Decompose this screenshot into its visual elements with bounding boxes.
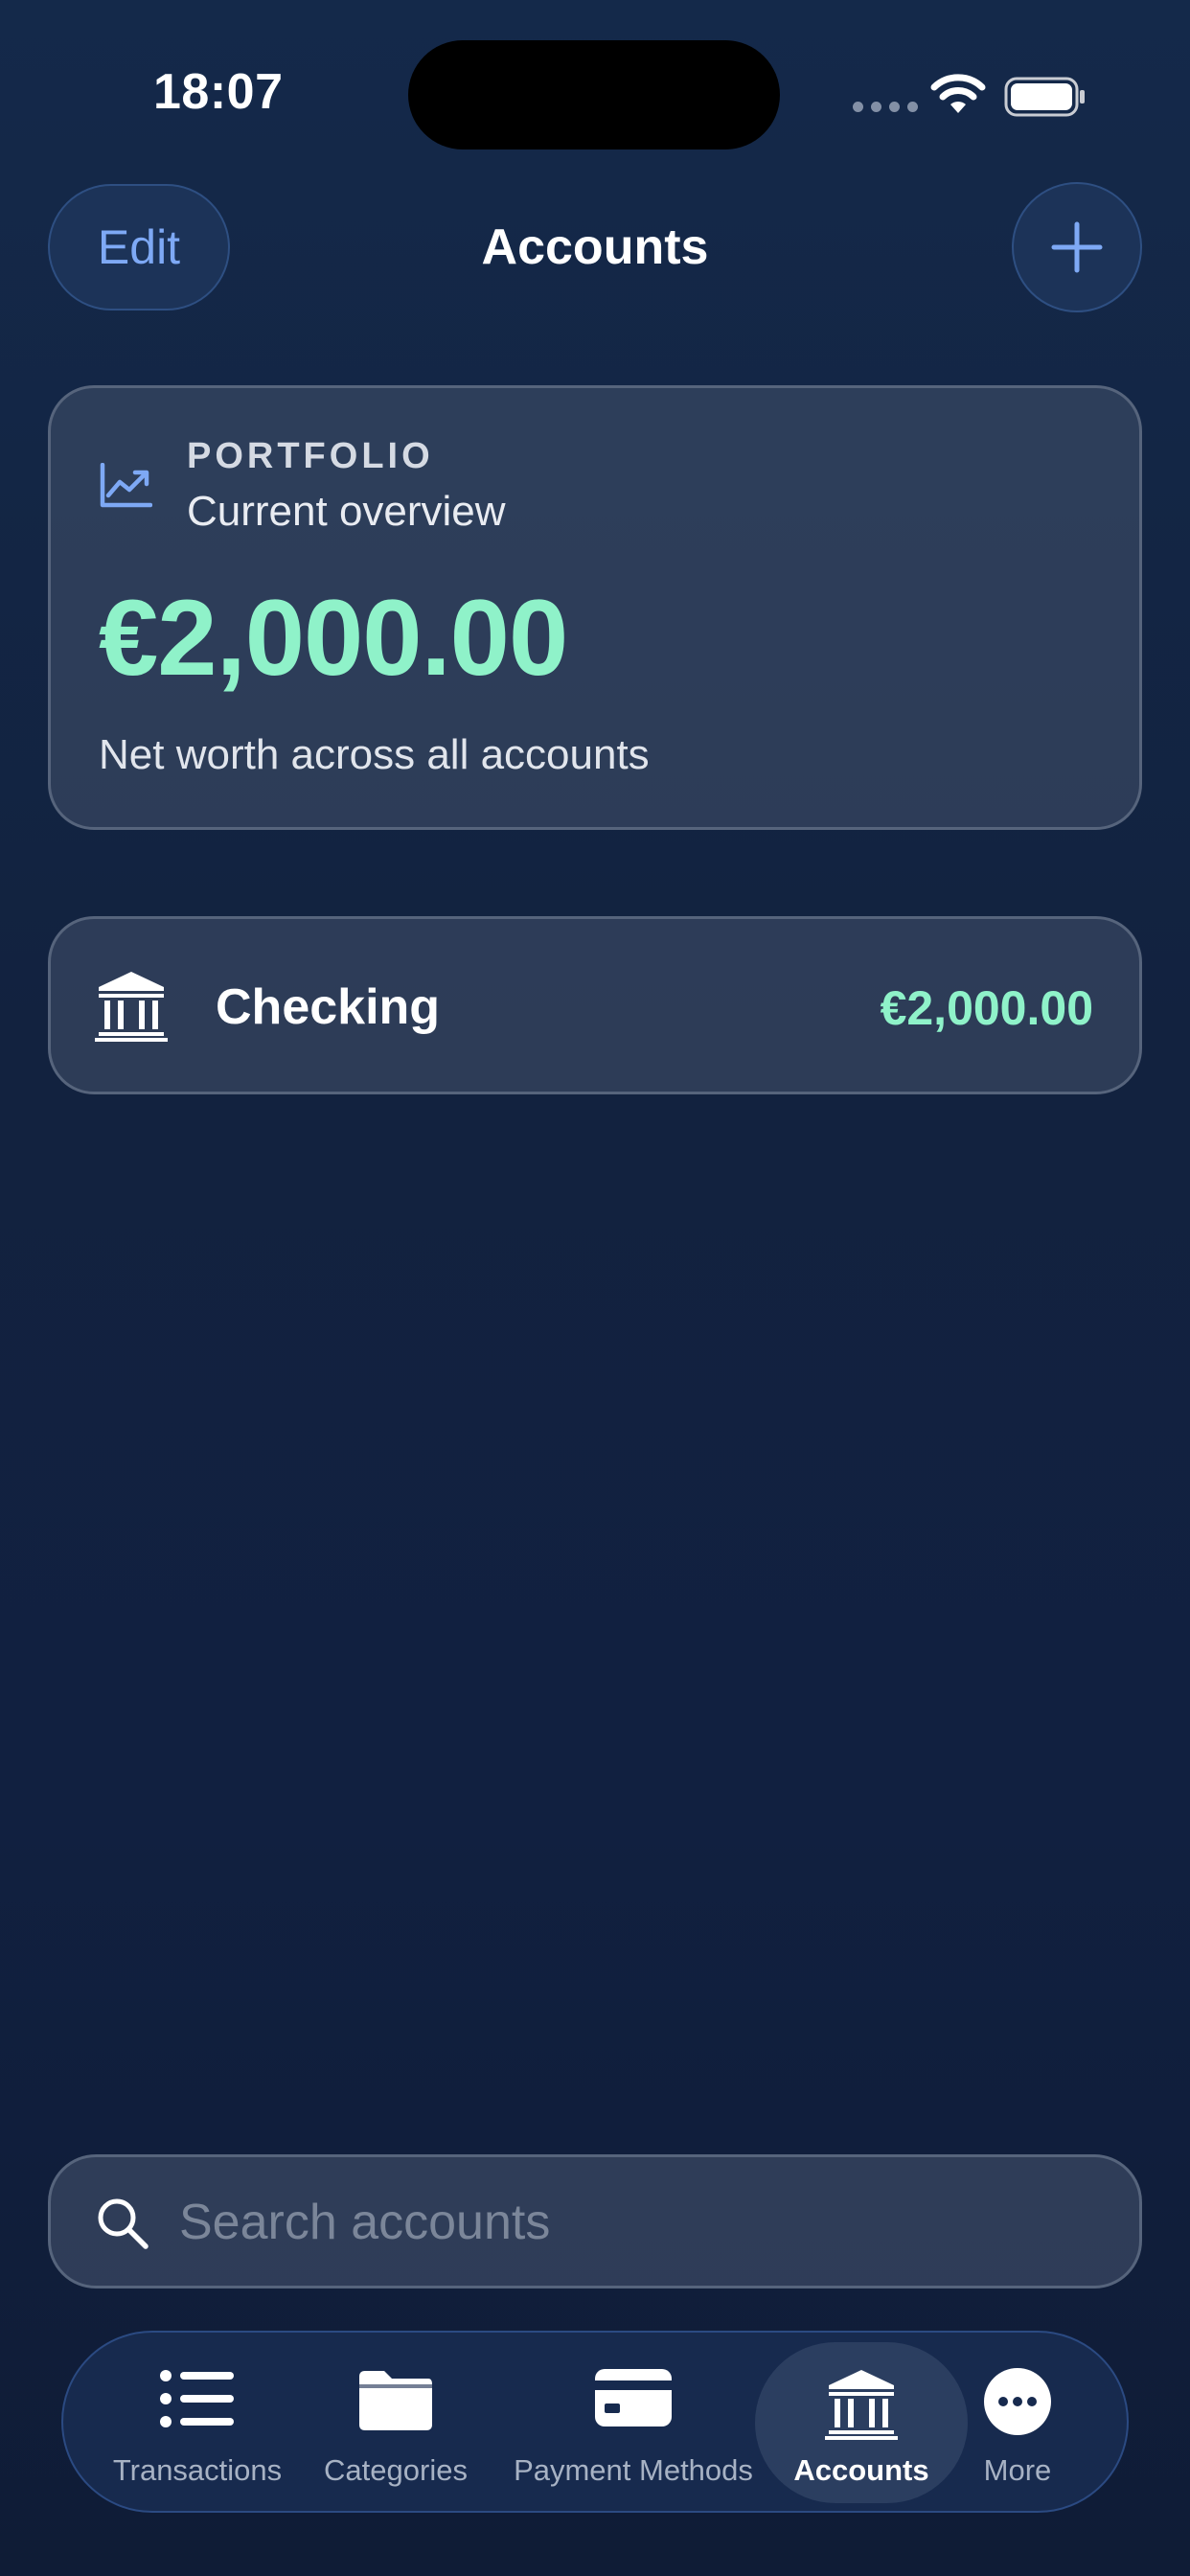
portfolio-label: PORTFOLIO xyxy=(187,436,434,476)
tab-label: Categories xyxy=(324,2453,468,2487)
net-worth-caption: Net worth across all accounts xyxy=(99,731,650,778)
folder-icon xyxy=(359,2371,432,2430)
search-bar[interactable] xyxy=(48,2154,1142,2288)
tab-more[interactable]: More xyxy=(970,2333,1065,2515)
tab-label: More xyxy=(983,2453,1052,2487)
portfolio-card: PORTFOLIO Current overview €2,000.00 Net… xyxy=(48,385,1142,830)
account-balance: €2,000.00 xyxy=(880,981,1093,1035)
accounts-screen: 18:07 Edit Accounts PORTFOLIO Current ov… xyxy=(0,0,1190,2576)
search-input[interactable] xyxy=(179,2180,1099,2265)
ellipsis-circle-icon xyxy=(984,2368,1051,2435)
tab-bar: Transactions Categories Payment Methods xyxy=(61,2331,1129,2513)
search-icon xyxy=(98,2198,149,2249)
net-worth-amount: €2,000.00 xyxy=(99,578,568,698)
battery-icon xyxy=(1004,77,1085,117)
tab-label: Payment Methods xyxy=(514,2453,753,2487)
tab-transactions[interactable]: Transactions xyxy=(111,2333,284,2515)
portfolio-subtitle: Current overview xyxy=(187,488,506,535)
tab-accounts[interactable]: Accounts xyxy=(790,2333,933,2515)
dynamic-island xyxy=(408,40,780,150)
add-account-button[interactable] xyxy=(1012,182,1142,312)
chart-line-icon xyxy=(100,463,152,508)
status-time: 18:07 xyxy=(153,64,284,120)
plus-icon xyxy=(1051,221,1103,273)
tab-label: Transactions xyxy=(112,2453,283,2487)
cellular-signal-icon xyxy=(853,102,918,112)
bank-icon xyxy=(825,2370,898,2440)
tab-categories[interactable]: Categories xyxy=(324,2333,468,2515)
credit-card-icon xyxy=(595,2369,672,2426)
account-name: Checking xyxy=(216,979,441,1035)
bank-icon xyxy=(95,972,168,1042)
wifi-icon xyxy=(930,74,986,113)
account-row-checking[interactable]: Checking €2,000.00 xyxy=(48,916,1142,1094)
tab-payment-methods[interactable]: Payment Methods xyxy=(514,2333,753,2515)
list-icon xyxy=(160,2370,234,2427)
tab-label: Accounts xyxy=(793,2453,929,2487)
